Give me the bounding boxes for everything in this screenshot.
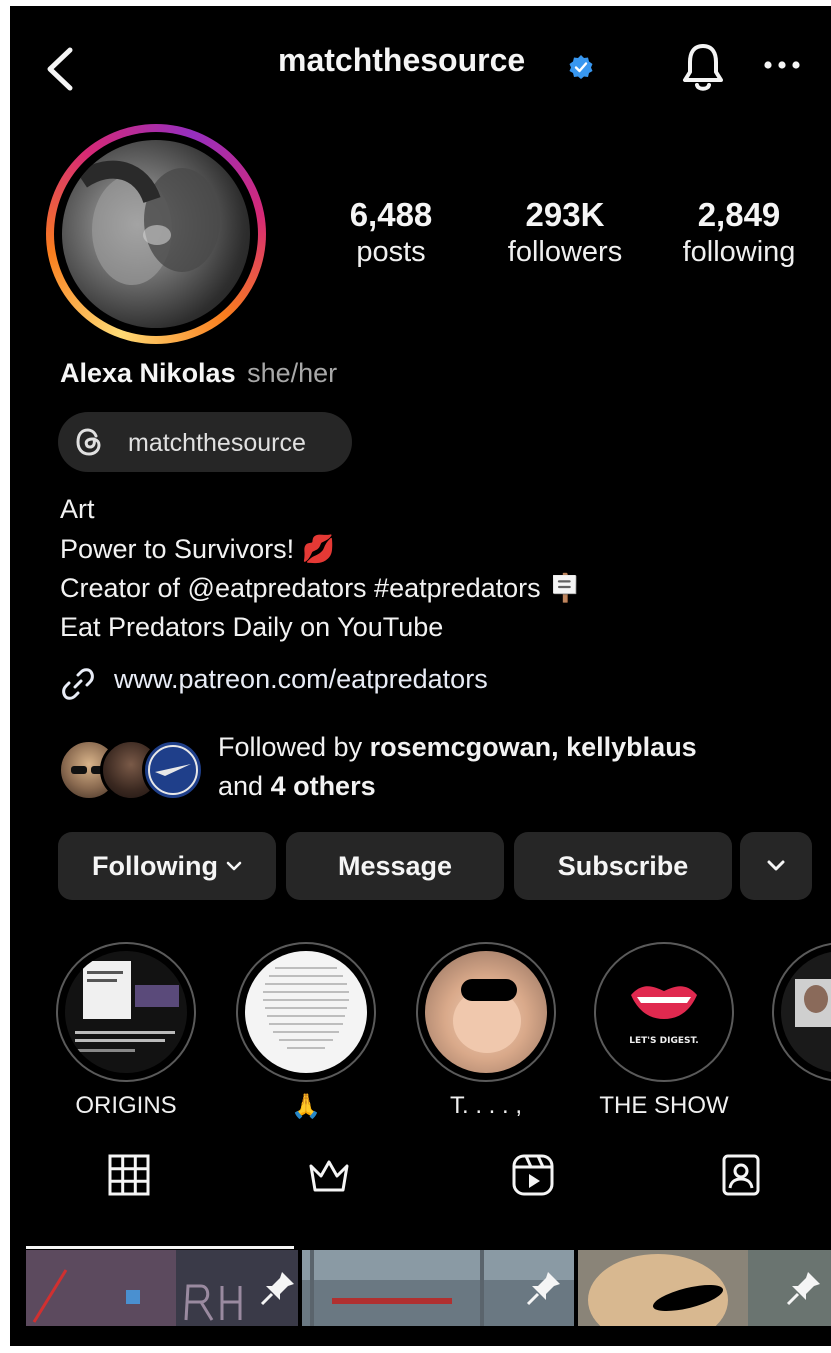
profile-link[interactable]: www.patreon.com/eatpredators	[114, 664, 488, 695]
threads-handle: matchthesource	[128, 429, 306, 457]
pin-icon	[260, 1272, 294, 1306]
followed-by-and: and	[218, 771, 271, 801]
threads-icon	[76, 428, 101, 456]
bio-line-2: Power to Survivors! 💋	[60, 534, 336, 564]
grid-icon[interactable]	[106, 1152, 152, 1198]
pronouns: she/her	[247, 358, 338, 388]
link-icon	[62, 668, 94, 700]
stat-followers-label: followers	[507, 236, 623, 268]
stat-following[interactable]: 2,849 following	[674, 196, 804, 269]
highlight-prayer[interactable]	[236, 942, 376, 1082]
stat-posts[interactable]: 6,488 posts	[336, 196, 446, 269]
message-button[interactable]: Message	[286, 832, 504, 900]
more-icon[interactable]	[762, 58, 802, 72]
threads-badge-button[interactable]: matchthesource	[58, 412, 352, 472]
highlight-the-show[interactable]: LET'S DIGEST.	[594, 942, 734, 1082]
profile-name: Alexa Nikolas she/her	[60, 358, 337, 389]
reels-icon[interactable]	[510, 1152, 556, 1198]
highlight-cover	[263, 967, 349, 1049]
following-button-label: Following	[92, 850, 218, 881]
highlight-baby[interactable]	[416, 942, 556, 1082]
active-tab-indicator	[26, 1246, 294, 1249]
pin-icon	[786, 1272, 820, 1306]
stat-following-label: following	[682, 236, 796, 268]
following-button[interactable]: Following	[58, 832, 276, 900]
highlight-label-origins: ORIGINS	[75, 1092, 177, 1119]
highlight-cover	[795, 979, 831, 1027]
stat-followers-value: 293K	[525, 196, 605, 233]
highlight-label-5: I	[757, 1092, 831, 1120]
stat-followers[interactable]: 293K followers	[500, 196, 630, 269]
chevron-down-icon	[767, 860, 785, 871]
display-name: Alexa Nikolas	[60, 358, 236, 388]
bio-line-4: Eat Predators Daily on YouTube	[60, 612, 444, 642]
subscribe-button-label: Subscribe	[557, 850, 689, 881]
grid-post-3[interactable]	[578, 1250, 831, 1326]
crown-icon[interactable]	[306, 1152, 352, 1198]
highlight-cover	[75, 961, 179, 1052]
avatar	[62, 140, 250, 328]
back-arrow-icon[interactable]	[40, 44, 80, 94]
bio-line-1: Art	[60, 494, 95, 524]
stat-following-value: 2,849	[697, 196, 781, 233]
bio-line-3: Creator of @eatpredators #eatpredators 🪧	[60, 573, 582, 603]
followed-by-names: rosemcgowan, kellyblaus	[369, 732, 697, 762]
mutual-avatar-3[interactable]	[142, 739, 204, 801]
highlight-label-prayer: 🙏	[291, 1093, 321, 1120]
verified-badge-icon	[569, 55, 593, 79]
suggested-accounts-button[interactable]	[740, 832, 812, 900]
tagged-icon[interactable]	[718, 1152, 764, 1198]
highlight-show-text: LET'S DIGEST.	[629, 1036, 698, 1046]
pin-icon	[526, 1272, 560, 1306]
avatar-photo	[77, 160, 220, 285]
followed-by-prefix: Followed by	[218, 732, 370, 762]
grid-post-2[interactable]	[302, 1250, 574, 1326]
profile-screen: matchthesource 6,488 posts 293K follower…	[10, 6, 831, 1346]
followed-by-text[interactable]: Followed by rosemcgowan, kellyblaus and …	[218, 728, 697, 806]
header-username: matchthesource	[278, 42, 526, 78]
highlight-label-the-show: THE SHOW	[599, 1092, 729, 1119]
grid-post-1[interactable]	[26, 1250, 298, 1326]
story-ring[interactable]	[46, 124, 266, 344]
message-button-label: Message	[337, 850, 453, 881]
followed-by-others: 4 others	[270, 771, 376, 801]
chevron-down-icon	[226, 861, 242, 871]
lips-icon: LET'S DIGEST.	[629, 986, 699, 1046]
highlight-5[interactable]	[772, 942, 831, 1082]
stat-posts-label: posts	[356, 236, 426, 268]
bell-icon[interactable]	[680, 40, 726, 94]
highlight-cover	[453, 979, 521, 1053]
highlight-origins[interactable]	[56, 942, 196, 1082]
highlight-label-baby: T. . . . ,	[449, 1092, 522, 1119]
stat-posts-value: 6,488	[349, 196, 433, 233]
subscribe-button[interactable]: Subscribe	[514, 832, 732, 900]
